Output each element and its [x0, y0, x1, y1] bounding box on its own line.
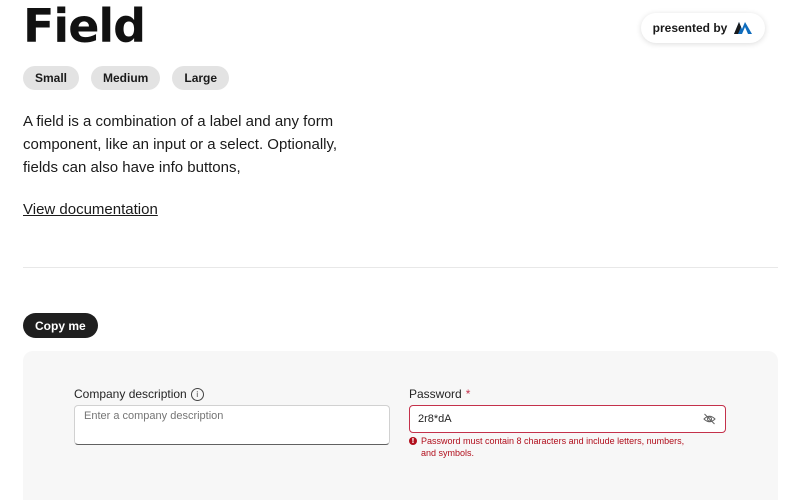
- copy-me-button[interactable]: Copy me: [23, 313, 98, 338]
- size-chip-group: Small Medium Large: [23, 66, 230, 90]
- password-field[interactable]: 2r8*dA: [409, 405, 726, 433]
- size-chip-small[interactable]: Small: [23, 66, 80, 90]
- page-description: A field is a combination of a label and …: [23, 113, 338, 176]
- size-chip-large[interactable]: Large: [172, 66, 230, 90]
- page-title: Field: [23, 0, 146, 53]
- size-chip-medium[interactable]: Medium: [91, 66, 161, 90]
- company-description-label-text: Company description: [74, 387, 187, 401]
- error-circle-icon: !: [409, 437, 417, 445]
- password-label: Password *: [409, 387, 470, 401]
- company-description-input[interactable]: [74, 405, 390, 445]
- section-divider: [23, 267, 778, 268]
- password-value[interactable]: 2r8*dA: [418, 413, 701, 425]
- presented-by-badge[interactable]: presented by: [641, 13, 765, 43]
- password-error-text: Password must contain 8 characters and i…: [421, 436, 685, 458]
- brand-logo-icon: [734, 22, 753, 34]
- password-label-text: Password: [409, 387, 462, 401]
- presented-by-label: presented by: [652, 21, 728, 35]
- eye-off-icon[interactable]: [701, 411, 717, 427]
- company-description-label: Company description i: [74, 387, 204, 401]
- view-documentation-link[interactable]: View documentation: [23, 201, 158, 218]
- page: Field presented by Small Medium Large A …: [0, 0, 800, 500]
- password-error-message: ! Password must contain 8 characters and…: [409, 435, 699, 459]
- required-mark: *: [465, 387, 471, 401]
- info-icon[interactable]: i: [190, 387, 204, 401]
